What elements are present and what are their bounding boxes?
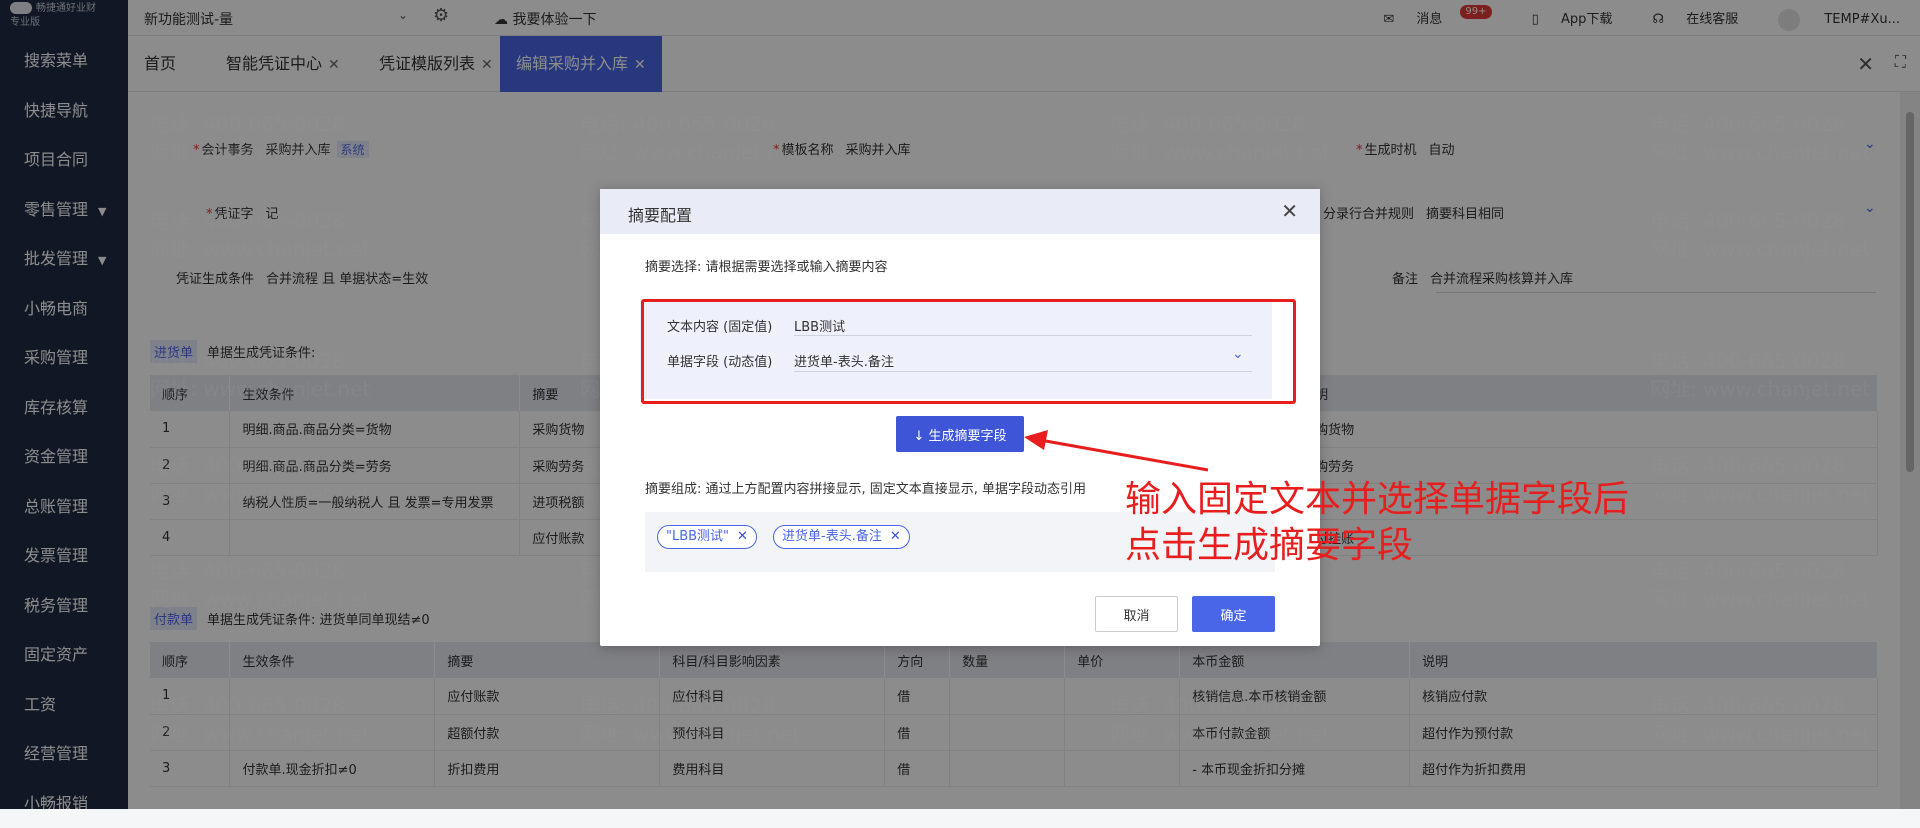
annotation-arrow [0, 0, 1920, 809]
arrow-line [1040, 440, 1208, 470]
annotation-line: 点击生成摘要字段 [1125, 523, 1629, 569]
annotation-line: 输入固定文本并选择单据字段后 [1125, 477, 1629, 523]
annotation-text: 输入固定文本并选择单据字段后 点击生成摘要字段 [1125, 477, 1629, 569]
arrow-head [1024, 430, 1048, 450]
